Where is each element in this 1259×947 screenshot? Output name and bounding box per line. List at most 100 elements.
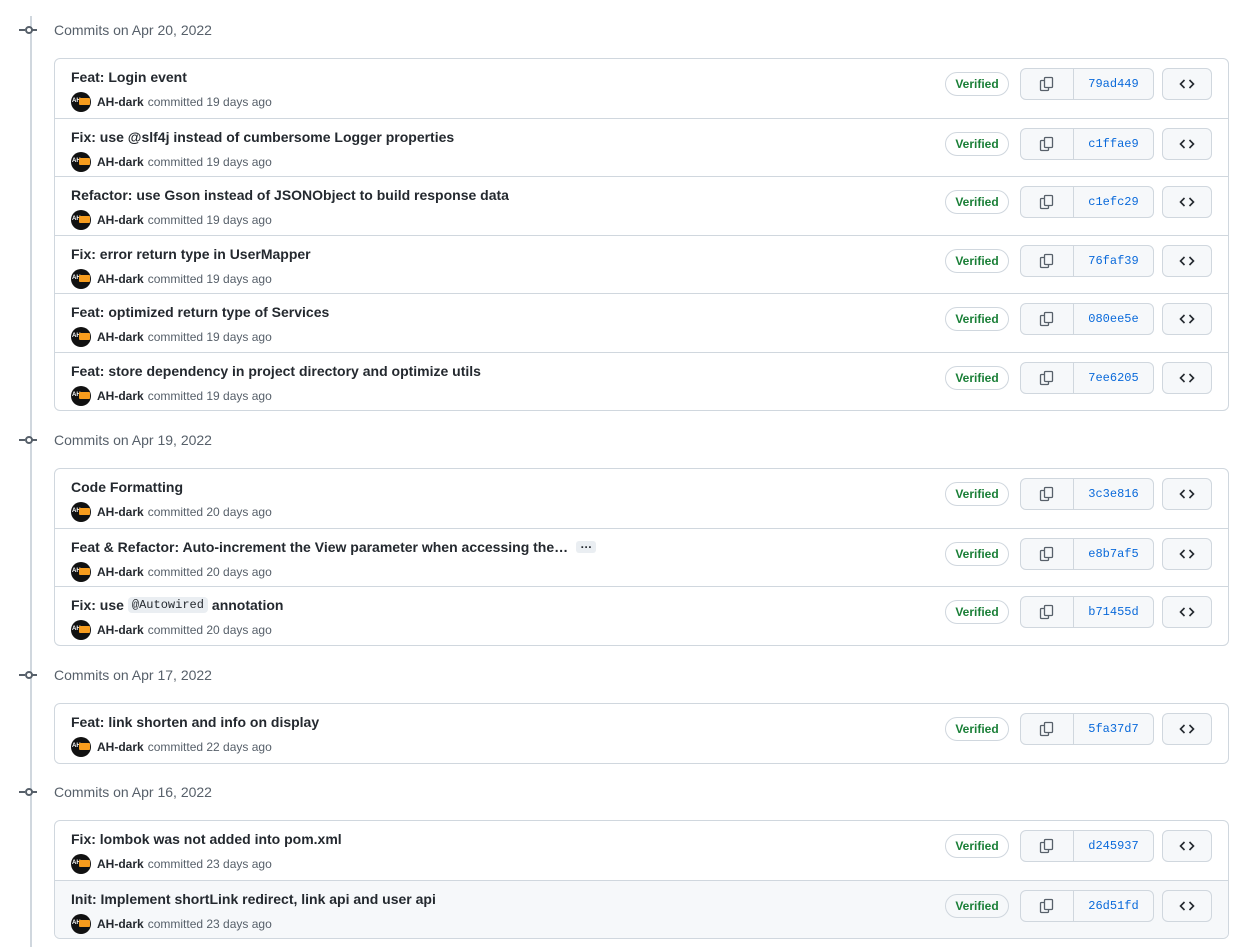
expand-message-button[interactable]: …: [576, 538, 597, 553]
browse-repo-button[interactable]: [1162, 68, 1212, 100]
verified-badge[interactable]: Verified: [945, 893, 1009, 918]
commit-time: committed 19 days ago: [147, 154, 272, 169]
commit-title[interactable]: Feat: Login event: [71, 69, 187, 85]
commit-title-container[interactable]: Fix: use @Autowired annotation: [71, 597, 283, 613]
commit-row: Feat: Login event AH AH-dark committed 1…: [55, 59, 1228, 118]
copy-sha-button[interactable]: [1021, 304, 1074, 334]
author-link[interactable]: AH-dark: [97, 505, 144, 519]
commit-title[interactable]: Feat: store dependency in project direct…: [71, 363, 481, 379]
browse-repo-button[interactable]: [1162, 303, 1212, 335]
commit-row: Fix: use @slf4j instead of cumbersome Lo…: [55, 117, 1228, 177]
commit-title[interactable]: Feat: optimized return type of Services: [71, 304, 329, 320]
browse-repo-button[interactable]: [1162, 537, 1212, 570]
code-icon: [1179, 138, 1195, 149]
verified-badge[interactable]: Verified: [945, 365, 1009, 390]
author-link[interactable]: AH-dark: [97, 917, 144, 931]
commit-title[interactable]: Fix: lombok was not added into pom.xml: [71, 831, 342, 847]
verified-badge[interactable]: Verified: [945, 307, 1009, 331]
verified-badge[interactable]: Verified: [945, 600, 1009, 624]
commit-sha-link[interactable]: 26d51fd: [1074, 891, 1153, 921]
commit-sha-link[interactable]: 76faf39: [1074, 246, 1153, 276]
copy-sha-button[interactable]: [1021, 831, 1074, 861]
verified-badge[interactable]: Verified: [945, 541, 1009, 566]
author-link[interactable]: AH-dark: [97, 623, 144, 637]
commit-title[interactable]: Feat: link shorten and info on display: [71, 714, 319, 730]
avatar[interactable]: AH: [71, 92, 91, 112]
avatar[interactable]: AH: [71, 327, 91, 347]
sha-button-group: 3c3e816: [1020, 478, 1154, 510]
browse-repo-button[interactable]: [1162, 596, 1212, 628]
verified-badge[interactable]: Verified: [945, 717, 1009, 741]
copy-icon: [1039, 838, 1054, 854]
commit-sha-link[interactable]: 3c3e816: [1074, 479, 1153, 509]
author-link[interactable]: AH-dark: [97, 740, 144, 754]
browse-repo-button[interactable]: [1162, 361, 1212, 394]
commit-sha-link[interactable]: 79ad449: [1074, 69, 1153, 99]
commit-title[interactable]: Refactor: use Gson instead of JSONObject…: [71, 187, 509, 203]
author-link[interactable]: AH-dark: [97, 389, 144, 403]
commit-title[interactable]: Init: Implement shortLink redirect, link…: [71, 891, 436, 907]
commit-sha-link[interactable]: d245937: [1074, 831, 1153, 861]
commit-sha-link[interactable]: b71455d: [1074, 597, 1153, 627]
avatar[interactable]: AH: [71, 620, 91, 640]
commit-title[interactable]: Fix: error return type in UserMapper: [71, 246, 311, 262]
commit-sha-link[interactable]: 7ee6205: [1074, 363, 1153, 393]
author-link[interactable]: AH-dark: [97, 272, 144, 286]
copy-sha-button[interactable]: [1021, 890, 1074, 921]
author-link[interactable]: AH-dark: [97, 213, 144, 227]
group-header: Commits on Apr 16, 2022: [0, 780, 1259, 806]
browse-repo-button[interactable]: [1162, 127, 1212, 160]
browse-repo-button[interactable]: [1162, 186, 1212, 218]
author-link[interactable]: AH-dark: [97, 857, 144, 871]
copy-sha-button[interactable]: [1021, 362, 1074, 393]
git-commit-icon: [19, 26, 37, 34]
commit-sha-link[interactable]: e8b7af5: [1074, 539, 1153, 569]
avatar[interactable]: AH: [71, 913, 91, 934]
copy-sha-button[interactable]: [1021, 597, 1074, 627]
author-link[interactable]: AH-dark: [97, 565, 144, 579]
sha-button-group: 5fa37d7: [1020, 713, 1154, 745]
verified-badge[interactable]: Verified: [945, 72, 1009, 96]
author-link[interactable]: AH-dark: [97, 95, 144, 109]
copy-sha-button[interactable]: [1021, 538, 1074, 569]
commit-title[interactable]: Code Formatting: [71, 479, 183, 495]
author-link[interactable]: AH-dark: [97, 330, 144, 344]
sha-button-group: c1ffae9: [1020, 127, 1154, 160]
commit-sha-link[interactable]: 5fa37d7: [1074, 714, 1153, 744]
verified-badge[interactable]: Verified: [945, 482, 1009, 506]
avatar[interactable]: AH: [71, 561, 91, 582]
verified-badge[interactable]: Verified: [945, 190, 1009, 214]
browse-repo-button[interactable]: [1162, 713, 1212, 745]
copy-sha-button[interactable]: [1021, 128, 1074, 159]
commit-title[interactable]: Fix: use @slf4j instead of cumbersome Lo…: [71, 129, 454, 145]
copy-icon: [1039, 253, 1054, 268]
copy-sha-button[interactable]: [1021, 187, 1074, 217]
avatar[interactable]: AH: [71, 210, 91, 230]
commit-sha-link[interactable]: 080ee5e: [1074, 304, 1153, 334]
verified-badge[interactable]: Verified: [945, 834, 1009, 858]
verified-badge[interactable]: Verified: [945, 248, 1009, 273]
commit-group: Commits on Apr 19, 2022 Code Formatting …: [0, 428, 1259, 646]
avatar[interactable]: AH: [71, 385, 91, 406]
browse-repo-button[interactable]: [1162, 830, 1212, 862]
browse-repo-button[interactable]: [1162, 889, 1212, 922]
commit-title[interactable]: Feat & Refactor: Auto-increment the View…: [71, 539, 568, 555]
copy-sha-button[interactable]: [1021, 245, 1074, 276]
avatar[interactable]: AH: [71, 268, 91, 289]
copy-sha-button[interactable]: [1021, 714, 1074, 744]
avatar[interactable]: AH: [71, 737, 91, 757]
commit-group: Commits on Apr 17, 2022 Feat: link short…: [0, 663, 1259, 764]
author-link[interactable]: AH-dark: [97, 155, 144, 169]
avatar[interactable]: AH: [71, 151, 91, 172]
browse-repo-button[interactable]: [1162, 478, 1212, 510]
copy-sha-button[interactable]: [1021, 69, 1074, 99]
avatar[interactable]: AH: [71, 502, 91, 522]
verified-badge[interactable]: Verified: [945, 131, 1009, 156]
browse-repo-button[interactable]: [1162, 244, 1212, 277]
copy-sha-button[interactable]: [1021, 479, 1074, 509]
commit-time: committed 20 days ago: [147, 564, 272, 579]
avatar[interactable]: AH: [71, 854, 91, 874]
commit-row: Feat: store dependency in project direct…: [55, 351, 1228, 411]
commit-sha-link[interactable]: c1ffae9: [1074, 129, 1153, 159]
commit-sha-link[interactable]: c1efc29: [1074, 187, 1153, 217]
